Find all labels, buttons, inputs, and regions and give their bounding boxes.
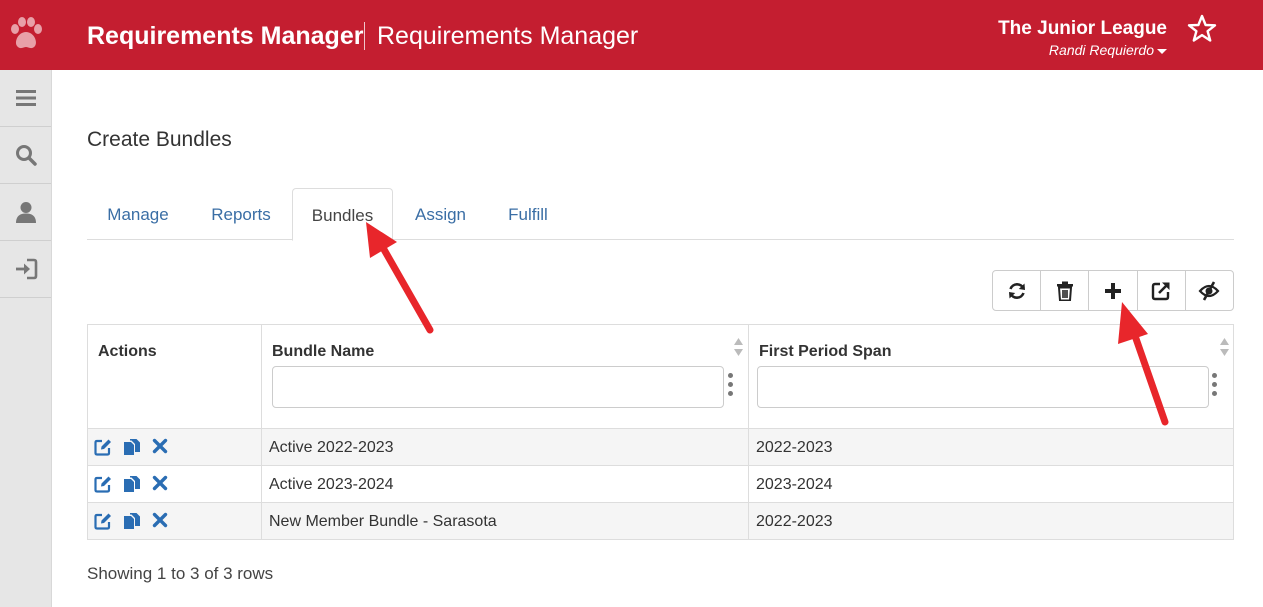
user-name[interactable]: Randi Requierdo <box>1049 42 1154 58</box>
paw-logo-icon[interactable] <box>8 15 44 53</box>
edit-icon[interactable] <box>94 475 112 493</box>
eye-slash-icon <box>1198 280 1220 301</box>
sidebar-search-button[interactable] <box>0 127 51 184</box>
tab-fulfill[interactable]: Fulfill <box>490 188 566 240</box>
app-subtitle: Requirements Manager <box>377 22 639 50</box>
delete-icon[interactable] <box>152 475 168 491</box>
refresh-icon <box>1008 282 1025 299</box>
user-icon <box>15 202 36 223</box>
column-header-bundle-name[interactable]: Bundle Name <box>262 325 749 429</box>
bundle-name-filter-input[interactable] <box>272 366 724 408</box>
page-title: Create Bundles <box>87 128 232 151</box>
table-row[interactable]: Active 2023-2024 2023-2024 <box>88 466 1233 503</box>
star-icon[interactable] <box>1187 14 1217 44</box>
search-icon <box>15 145 37 166</box>
table-row[interactable]: Active 2022-2023 2022-2023 <box>88 429 1233 466</box>
plus-icon <box>1105 282 1121 299</box>
sort-icon[interactable] <box>1220 338 1229 356</box>
tab-bar: Manage Reports Bundles Assign Fulfill <box>87 188 1234 241</box>
edit-icon[interactable] <box>94 438 112 456</box>
delete-icon[interactable] <box>152 438 168 454</box>
period-cell: 2022-2023 <box>756 513 833 530</box>
pagination-info: Showing 1 to 3 of 3 rows <box>87 564 274 583</box>
period-cell: 2022-2023 <box>756 439 833 456</box>
tab-bundles[interactable]: Bundles <box>292 188 393 241</box>
table-row[interactable]: New Member Bundle - Sarasota 2022-2023 <box>88 503 1233 540</box>
bundle-name-cell: Active 2022-2023 <box>262 429 749 466</box>
sign-in-icon <box>15 258 37 280</box>
sidebar-sign-in-button[interactable] <box>0 241 51 298</box>
tab-assign[interactable]: Assign <box>396 188 485 240</box>
column-label-bundle-name[interactable]: Bundle Name <box>272 343 374 361</box>
first-period-span-filter-input[interactable] <box>757 366 1209 408</box>
user-menu-dropdown[interactable]: Randi Requierdo <box>1049 42 1167 58</box>
copy-icon[interactable] <box>123 475 141 493</box>
trash-icon <box>1056 281 1073 301</box>
export-button[interactable] <box>1138 271 1186 310</box>
sidebar-menu-button[interactable] <box>0 70 51 127</box>
sort-icon[interactable] <box>734 338 743 356</box>
row-actions-cell <box>88 503 262 540</box>
copy-icon[interactable] <box>123 438 141 456</box>
column-label-actions: Actions <box>98 343 157 360</box>
bundle-name-cell: New Member Bundle - Sarasota <box>262 503 749 540</box>
delete-button[interactable] <box>1041 271 1090 310</box>
caret-down-icon[interactable] <box>1157 48 1167 54</box>
filter-options-icon[interactable] <box>728 373 734 397</box>
delete-icon[interactable] <box>152 512 168 528</box>
top-navbar: Requirements Manager Requirements Manage… <box>0 0 1263 70</box>
title-divider <box>364 22 365 50</box>
filter-options-icon[interactable] <box>1212 373 1218 397</box>
table-toolbar <box>992 270 1234 311</box>
sidebar <box>0 70 52 607</box>
sidebar-user-button[interactable] <box>0 184 51 241</box>
add-button[interactable] <box>1089 271 1138 310</box>
edit-icon[interactable] <box>94 512 112 530</box>
tab-manage[interactable]: Manage <box>87 188 189 240</box>
app-title[interactable]: Requirements Manager <box>87 22 363 51</box>
copy-icon[interactable] <box>123 512 141 530</box>
external-link-icon <box>1152 282 1170 300</box>
period-cell: 2023-2024 <box>756 476 833 493</box>
row-actions-cell <box>88 429 262 466</box>
refresh-button[interactable] <box>993 271 1042 310</box>
bundles-table: Actions Bundle Name First Period Span Ac… <box>87 324 1234 540</box>
column-header-first-period-span[interactable]: First Period Span <box>749 325 1234 429</box>
bundle-name-cell: Active 2023-2024 <box>262 466 749 503</box>
toggle-columns-button[interactable] <box>1186 271 1233 310</box>
organization-name: The Junior League <box>998 18 1167 39</box>
menu-icon <box>15 90 36 106</box>
row-actions-cell <box>88 466 262 503</box>
column-label-first-period-span[interactable]: First Period Span <box>759 343 891 361</box>
tab-reports[interactable]: Reports <box>192 188 290 240</box>
column-header-actions: Actions <box>88 325 262 429</box>
